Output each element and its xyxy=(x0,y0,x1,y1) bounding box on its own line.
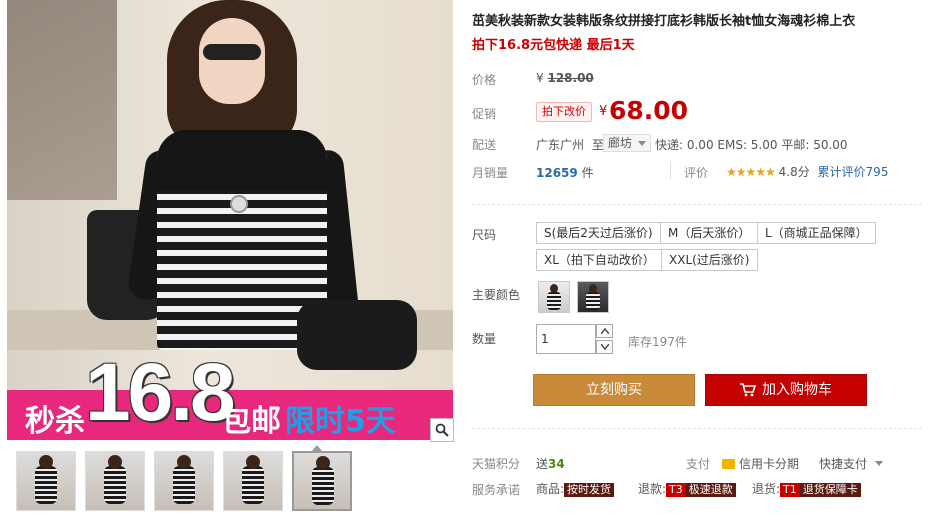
stock-count: 库存197件 xyxy=(628,335,687,349)
color-swatch-1[interactable] xyxy=(538,281,570,313)
points-value: 送34 xyxy=(536,455,565,472)
color-label: 主要颜色 xyxy=(472,288,521,302)
quick-pay-label: 快捷支付 xyxy=(819,457,868,471)
black-yoke xyxy=(157,130,327,190)
rating-summary: ★★★★★ 4.8分 累计评价795 xyxy=(726,163,888,180)
review-count-link[interactable]: 累计评价795 xyxy=(818,165,889,179)
section-divider-2 xyxy=(472,428,922,429)
chevron-down-icon xyxy=(638,141,646,146)
pendant-necklace xyxy=(230,195,248,213)
size-option-xl[interactable]: XL（拍下自动改价） xyxy=(536,249,663,271)
add-to-cart-label: 加入购物车 xyxy=(762,382,832,398)
chevron-down-icon xyxy=(600,344,609,350)
destination-value: 廊坊 xyxy=(608,136,633,150)
sales-label: 月销量 xyxy=(472,166,509,180)
return-tag[interactable]: 退货保障卡 xyxy=(799,483,861,497)
background-wall xyxy=(7,0,117,200)
thumbnail-strip xyxy=(16,451,352,511)
zoom-button[interactable] xyxy=(430,418,454,442)
cart-icon xyxy=(740,383,756,397)
sales-divider xyxy=(670,161,671,179)
chevron-down-icon xyxy=(875,461,884,466)
buy-now-button[interactable]: 立刻购买 xyxy=(533,374,695,406)
original-price: ¥ 128.00 xyxy=(536,71,594,85)
chevron-up-icon xyxy=(600,328,609,334)
sales-count: 12659 件 xyxy=(536,164,594,181)
size-label: 尺码 xyxy=(472,228,497,242)
thumbnail-1[interactable] xyxy=(16,451,76,511)
promo-label: 促销 xyxy=(472,107,497,121)
credit-installment[interactable]: 信用卡分期 xyxy=(722,455,799,472)
black-coat xyxy=(297,300,417,370)
sunglasses xyxy=(203,44,261,60)
return-code-badge: T1 xyxy=(780,483,800,497)
shipping-origin: 广东广州 xyxy=(536,138,585,152)
goods-prefix: 商品: xyxy=(536,482,565,496)
promo-yen: ¥ xyxy=(599,104,608,119)
sales-number: 12659 xyxy=(536,166,578,180)
goods-tag[interactable]: 按时发货 xyxy=(564,483,615,497)
promo-time: 限时5天 xyxy=(285,404,396,439)
service-return: 退货: T1 退货保障卡 xyxy=(752,480,861,497)
star-rating-icon: ★★★★★ xyxy=(726,165,776,179)
thumbnail-5[interactable] xyxy=(292,451,352,511)
model-face xyxy=(199,18,265,104)
product-title: 茁美秋装新款女装韩版条纹拼接打底衫韩版长袖t恤女海魂衫棉上衣 xyxy=(472,14,856,29)
credit-card-icon xyxy=(722,459,735,469)
original-price-yen: ¥ xyxy=(536,71,544,85)
color-swatch-2[interactable] xyxy=(577,281,609,313)
credit-label: 信用卡分期 xyxy=(739,457,800,471)
refund-prefix: 退款: xyxy=(638,482,667,496)
size-option-l[interactable]: L（商城正品保障） xyxy=(757,222,876,244)
promo-prefix: 秒杀 xyxy=(25,404,85,439)
payment-label: 支付 xyxy=(686,457,711,471)
rating-score: 4.8分 xyxy=(778,165,810,179)
shipping-from: 广东广州 至 xyxy=(536,136,604,153)
size-option-xxl[interactable]: XXL(过后涨价) xyxy=(661,249,758,271)
shipping-label: 配送 xyxy=(472,138,497,152)
magnifier-icon xyxy=(435,423,449,437)
rating-label: 评价 xyxy=(684,166,709,180)
quantity-decrease-button[interactable] xyxy=(596,340,613,354)
size-option-s[interactable]: S(最后2天过后涨价) xyxy=(536,222,661,244)
service-goods: 商品: 按时发货 xyxy=(536,480,615,497)
destination-select[interactable]: 廊坊 xyxy=(603,134,651,152)
points-label: 天猫积分 xyxy=(472,457,521,471)
thumbnail-3[interactable] xyxy=(154,451,214,511)
thumbnail-4[interactable] xyxy=(223,451,283,511)
promo-suffix: 包邮 xyxy=(221,404,281,439)
quantity-input[interactable]: 1 xyxy=(536,324,596,354)
points-number: 34 xyxy=(548,457,565,471)
main-product-image[interactable]: 秒杀 16.8 包邮 限时5天 xyxy=(7,0,453,440)
points-prefix: 送 xyxy=(536,457,549,471)
service-refund: 退款: T3 极速退款 xyxy=(638,480,736,497)
price-label: 价格 xyxy=(472,73,497,87)
product-subtitle: 拍下16.8元包快递 最后1天 xyxy=(472,38,635,53)
model-figure xyxy=(87,0,417,370)
thumbnail-2[interactable] xyxy=(85,451,145,511)
return-prefix: 退货: xyxy=(752,482,781,496)
add-to-cart-button[interactable]: 加入购物车 xyxy=(705,374,867,406)
promo-price: 16.8 xyxy=(85,347,236,438)
sales-unit: 件 xyxy=(581,166,594,180)
service-label: 服务承诺 xyxy=(472,483,521,497)
promo-price-value: 68.00 xyxy=(609,96,689,125)
quantity-increase-button[interactable] xyxy=(596,324,613,338)
shipping-fees: 快递: 0.00 EMS: 5.00 平邮: 50.00 xyxy=(655,138,848,152)
refund-tag[interactable]: 极速退款 xyxy=(685,483,736,497)
section-divider xyxy=(472,204,922,205)
promo-tag: 拍下改价 xyxy=(536,102,592,122)
refund-code-badge: T3 xyxy=(666,483,686,497)
size-option-m[interactable]: M（后天涨价） xyxy=(660,222,759,244)
quick-pay-dropdown[interactable]: 快捷支付 xyxy=(819,455,884,472)
original-price-value: 128.00 xyxy=(547,71,594,85)
quantity-label: 数量 xyxy=(472,332,497,346)
